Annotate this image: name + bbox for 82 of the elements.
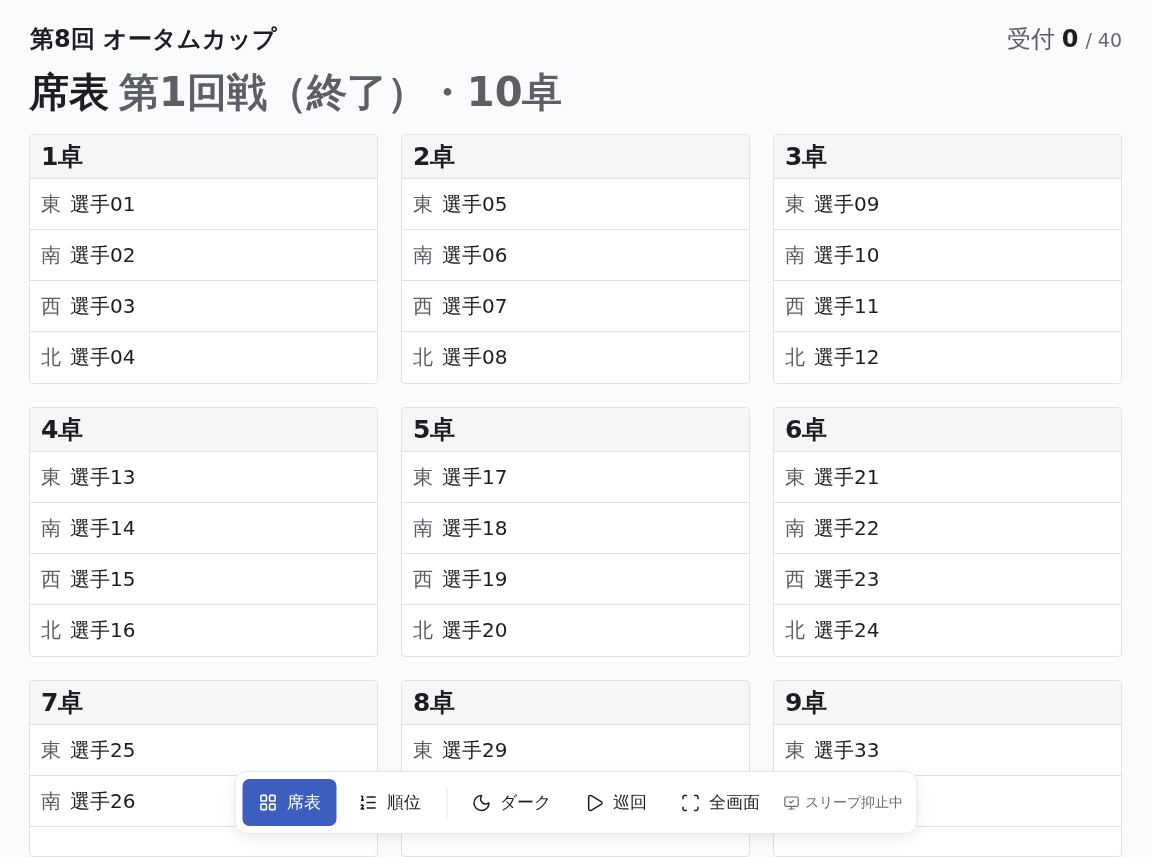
seat-wind: 北 <box>785 344 805 371</box>
seat-wind: 東 <box>41 190 61 218</box>
toolbar-button[interactable]: 全画面 <box>666 779 774 826</box>
player-name: 選手10 <box>814 241 880 269</box>
player-name: 選手03 <box>70 292 136 320</box>
player-name: 選手05 <box>442 190 508 218</box>
sleep-status: スリープ抑止中 <box>804 793 903 812</box>
reception-count: 0 <box>1061 25 1079 53</box>
player-name: 選手33 <box>814 736 880 764</box>
seat-wind: 北 <box>785 617 805 644</box>
seat-wind: 北 <box>41 344 61 371</box>
player-name: 選手26 <box>70 787 136 815</box>
table-name: 4卓 <box>30 408 377 452</box>
player-name: 選手01 <box>70 190 136 218</box>
player-name: 選手04 <box>70 344 136 371</box>
toolbar-button[interactable]: ダーク <box>457 779 565 826</box>
seat-wind: 北 <box>41 617 61 644</box>
seat-wind: 南 <box>41 787 61 815</box>
reception-label: 受付 <box>1006 24 1055 55</box>
view-tab[interactable]: 席表 <box>242 779 337 826</box>
monitor-check-icon <box>783 794 800 811</box>
seat-wind: 南 <box>41 514 61 542</box>
player-name: 選手14 <box>70 514 136 542</box>
seat-wind: 東 <box>41 463 61 491</box>
player-name: 選手16 <box>70 617 136 644</box>
reception-total: / 40 <box>1085 29 1122 51</box>
seat-wind: 東 <box>413 190 433 218</box>
seat-wind: 西 <box>413 565 433 593</box>
page-title: 席表 <box>29 68 109 117</box>
seat-wind: 西 <box>413 292 433 320</box>
event-title: 第8回 オータムカップ <box>30 24 278 55</box>
player-name: 選手02 <box>70 241 136 269</box>
seat-wind: 西 <box>41 565 61 593</box>
player-name: 選手23 <box>814 565 880 593</box>
seat-wind: 東 <box>413 463 433 491</box>
player-name: 選手15 <box>70 565 136 593</box>
player-name: 選手29 <box>442 736 508 764</box>
player-name: 選手13 <box>70 463 136 491</box>
table-name: 9卓 <box>774 681 1121 725</box>
seat-wind: 西 <box>785 292 805 320</box>
view-tab[interactable]: 順位 <box>342 779 437 826</box>
table-name: 1卓 <box>30 135 377 179</box>
player-name: 選手07 <box>442 292 508 320</box>
player-name: 選手20 <box>442 617 508 644</box>
seat-wind: 東 <box>785 463 805 491</box>
player-name: 選手06 <box>442 241 508 269</box>
seat-wind: 南 <box>413 514 433 542</box>
table-name: 5卓 <box>402 408 749 452</box>
round-subtitle: 第1回戦（終了）・10卓 <box>119 68 563 117</box>
seat-wind: 西 <box>41 292 61 320</box>
seat-wind: 南 <box>785 514 805 542</box>
player-name: 選手12 <box>814 344 880 371</box>
seat-wind: 北 <box>413 617 433 644</box>
player-name: 選手25 <box>70 736 136 764</box>
player-name: 選手11 <box>814 292 880 320</box>
seat-wind: 東 <box>785 736 805 764</box>
table-name: 7卓 <box>30 681 377 725</box>
grid-icon <box>258 793 278 812</box>
player-name: 選手08 <box>442 344 508 371</box>
player-name: 選手24 <box>814 617 880 644</box>
seat-wind: 東 <box>785 190 805 218</box>
moon-icon <box>471 792 492 813</box>
seat-wind: 南 <box>41 241 61 269</box>
seat-wind: 西 <box>785 565 805 593</box>
numbered-list-icon <box>358 793 378 812</box>
seat-wind: 北 <box>413 344 433 371</box>
player-name: 選手09 <box>814 190 880 218</box>
seat-wind: 南 <box>413 241 433 269</box>
seat-wind: 東 <box>41 736 61 764</box>
table-name: 3卓 <box>774 135 1121 179</box>
fullscreen-icon <box>680 792 701 813</box>
player-name: 選手21 <box>814 463 880 491</box>
player-name: 選手22 <box>814 514 880 542</box>
table-name: 6卓 <box>774 408 1121 452</box>
player-name: 選手19 <box>442 565 508 593</box>
table-name: 8卓 <box>402 681 749 725</box>
seat-wind: 南 <box>785 241 805 269</box>
toolbar-button[interactable]: 巡回 <box>570 779 661 826</box>
table-name: 2卓 <box>402 135 749 179</box>
player-name: 選手18 <box>442 514 508 542</box>
seat-wind: 東 <box>413 736 433 764</box>
player-name: 選手17 <box>442 463 508 491</box>
